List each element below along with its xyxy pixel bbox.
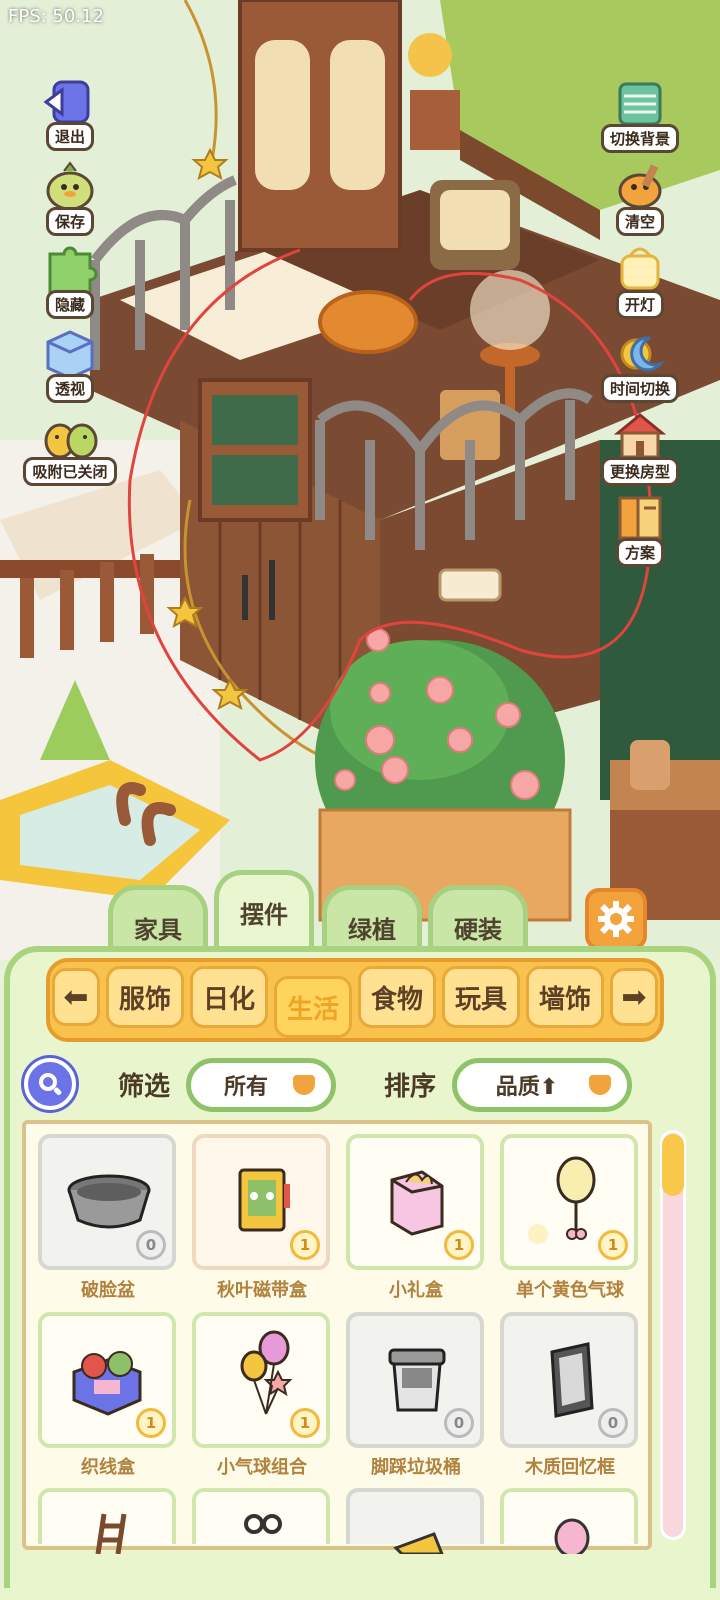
pink-balloon-icon [554, 1518, 590, 1554]
item-name: 单个黄色气球 [516, 1280, 624, 1301]
switch-background-button[interactable]: 切换背景 [592, 72, 688, 153]
filter-dropdown[interactable]: 所有 [186, 1058, 336, 1112]
subtab-toys[interactable]: 玩具 [442, 966, 520, 1028]
subtab-life[interactable]: 生活 [274, 976, 352, 1038]
filter-label: 筛选 [118, 1072, 171, 1102]
item-card-memory-frame[interactable]: 0 [500, 1312, 638, 1448]
item-card-yarn-box[interactable]: 1 [38, 1312, 176, 1448]
snap-toggle-button[interactable]: 吸附已关闭 [20, 405, 120, 486]
save-button[interactable]: 保存 [28, 155, 112, 236]
hide-label: 隐藏 [45, 290, 94, 319]
arrow-left-icon: ⬅ [63, 979, 89, 1015]
item-card-balloon-bunch[interactable]: 1 [192, 1312, 330, 1448]
search-button[interactable] [24, 1058, 76, 1110]
item-name: 脚踩垃圾桶 [371, 1457, 461, 1478]
plan-label: 方案 [615, 538, 664, 567]
item-name: 小礼盒 [389, 1280, 443, 1301]
clear-button[interactable]: 清空 [592, 155, 688, 236]
switch-background-label: 切换背景 [600, 124, 679, 153]
time-switch-label: 时间切换 [600, 374, 679, 403]
next-arrow-button[interactable]: ➡ [610, 968, 658, 1026]
subtab-clothing[interactable]: 服饰 [106, 966, 184, 1028]
time-switch-button[interactable]: 时间切换 [592, 322, 688, 403]
search-icon [39, 1073, 62, 1096]
subtab-wall-decor[interactable]: 墙饰 [526, 966, 604, 1028]
item-count-badge: 1 [290, 1230, 320, 1260]
item-card-partial[interactable] [500, 1488, 638, 1554]
plan-button[interactable]: 方案 [592, 486, 688, 567]
prev-arrow-button[interactable]: ⬅ [52, 968, 100, 1026]
item-count-badge: 0 [136, 1230, 166, 1260]
settings-button[interactable] [585, 888, 647, 950]
light-label: 开灯 [615, 290, 664, 319]
ladder-icon [95, 1513, 127, 1554]
exit-button[interactable]: 退出 [28, 70, 112, 151]
item-count-badge: 1 [444, 1230, 474, 1260]
item-card-cassette-box[interactable]: 1 [192, 1134, 330, 1270]
fps-counter: FPS: 50.12 [8, 6, 104, 27]
perspective-button[interactable]: 透视 [28, 322, 112, 403]
item-card-gift-box[interactable]: 1 [346, 1134, 484, 1270]
clear-label: 清空 [615, 207, 664, 236]
frame-icon [393, 1532, 444, 1554]
snap-toggle-label: 吸附已关闭 [23, 457, 117, 486]
perspective-label: 透视 [45, 374, 94, 403]
chevron-down-icon [589, 1075, 611, 1095]
save-label: 保存 [45, 207, 94, 236]
panel-bottom [0, 1588, 720, 1600]
filter-value: 所有 [223, 1075, 268, 1100]
item-count-badge: 1 [290, 1408, 320, 1438]
sort-label: 排序 [384, 1072, 437, 1102]
item-name: 木质回忆框 [525, 1457, 615, 1478]
item-card-yellow-balloon[interactable]: 1 [500, 1134, 638, 1270]
sort-dropdown[interactable]: 品质⬆ [452, 1058, 632, 1112]
item-count-badge: 1 [136, 1408, 166, 1438]
item-count-badge: 0 [598, 1408, 628, 1438]
tab-decorations[interactable]: 摆件 [214, 870, 314, 948]
item-count-badge: 1 [598, 1230, 628, 1260]
item-card-partial[interactable] [38, 1488, 176, 1554]
exit-label: 退出 [45, 122, 94, 151]
item-name: 破脸盆 [81, 1280, 135, 1301]
item-card-partial[interactable] [346, 1488, 484, 1554]
scrollbar-thumb[interactable] [662, 1134, 684, 1196]
item-name: 织线盒 [81, 1457, 135, 1478]
subtab-food[interactable]: 食物 [358, 966, 436, 1028]
scissors-icon [244, 1514, 282, 1534]
chevron-down-icon [293, 1075, 315, 1095]
change-room-label: 更换房型 [600, 457, 679, 486]
item-card-partial[interactable] [192, 1488, 330, 1544]
hide-button[interactable]: 隐藏 [28, 238, 112, 319]
item-count-badge: 0 [444, 1408, 474, 1438]
sort-value: 品质⬆ [495, 1075, 559, 1100]
item-card-trash-can[interactable]: 0 [346, 1312, 484, 1448]
item-name: 小气球组合 [217, 1457, 307, 1478]
subtab-daily-chemicals[interactable]: 日化 [190, 966, 268, 1028]
item-name: 秋叶磁带盒 [217, 1280, 307, 1301]
arrow-right-icon: ➡ [621, 979, 647, 1015]
change-room-button[interactable]: 更换房型 [592, 405, 688, 486]
light-button[interactable]: 开灯 [592, 238, 688, 319]
item-card-basin[interactable]: 0 [38, 1134, 176, 1270]
room-scene[interactable]: FPS: 50.12 退出 保存 隐藏 透视 吸附已关闭 切换背景 清空 开灯 … [0, 0, 720, 960]
gear-icon [598, 901, 634, 937]
